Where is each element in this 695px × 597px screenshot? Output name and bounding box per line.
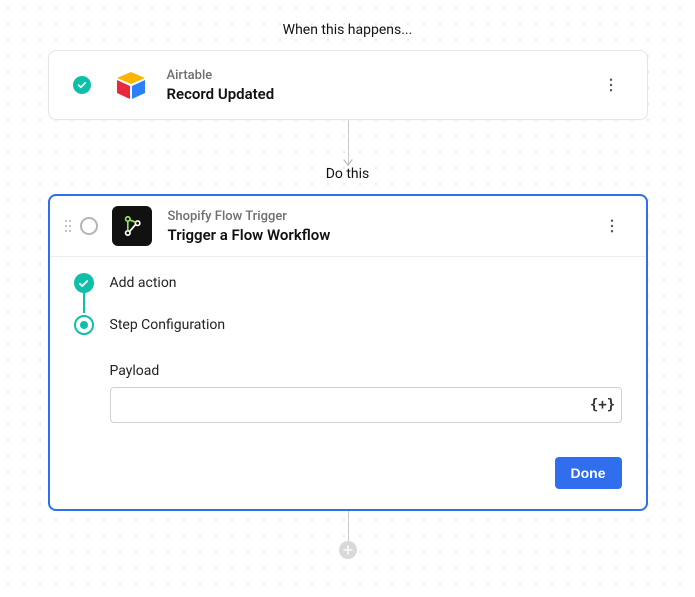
action-card-footer: Done <box>50 443 646 509</box>
action-app-name: Shopify Flow Trigger <box>168 209 600 224</box>
step-complete-icon <box>74 273 94 293</box>
step-ring-icon <box>80 217 98 235</box>
airtable-app-icon <box>111 65 151 105</box>
action-event-name: Trigger a Flow Workflow <box>168 226 600 244</box>
action-card-header[interactable]: Shopify Flow Trigger Trigger a Flow Work… <box>50 196 646 257</box>
payload-input-wrap: {+} <box>110 387 622 423</box>
payload-input[interactable] <box>110 387 622 423</box>
add-step-button[interactable] <box>339 541 357 559</box>
section-label-when: When this happens... <box>0 22 695 38</box>
substep-label: Add action <box>110 275 177 291</box>
workflow-canvas[interactable]: When this happens... Airtable Record Upd… <box>0 0 695 597</box>
trigger-event-name: Record Updated <box>167 85 599 103</box>
step-current-icon <box>74 315 94 335</box>
trigger-app-name: Airtable <box>167 68 599 83</box>
step-connector-icon <box>83 293 85 313</box>
section-label-do: Do this <box>0 166 695 182</box>
status-complete-icon <box>73 76 91 94</box>
shopify-flow-app-icon <box>112 206 152 246</box>
action-card-body: Add action Step Configuration Payload {+… <box>50 257 646 443</box>
payload-label: Payload <box>110 363 622 379</box>
action-titles: Shopify Flow Trigger Trigger a Flow Work… <box>168 209 600 244</box>
insert-token-button[interactable]: {+} <box>590 394 616 416</box>
more-options-icon[interactable] <box>599 73 623 97</box>
substep-label: Step Configuration <box>110 317 226 333</box>
done-button[interactable]: Done <box>555 457 622 489</box>
trigger-titles: Airtable Record Updated <box>167 68 599 103</box>
connector-arrow <box>347 120 349 166</box>
connector-tail <box>347 511 349 551</box>
more-options-icon[interactable] <box>600 214 624 238</box>
action-card: Shopify Flow Trigger Trigger a Flow Work… <box>48 194 648 511</box>
substep-list: Add action Step Configuration <box>74 271 622 337</box>
drag-handle-icon[interactable] <box>62 218 74 234</box>
trigger-card[interactable]: Airtable Record Updated <box>48 50 648 120</box>
substep-step-configuration[interactable]: Step Configuration <box>74 313 622 337</box>
substep-add-action[interactable]: Add action <box>74 271 622 295</box>
